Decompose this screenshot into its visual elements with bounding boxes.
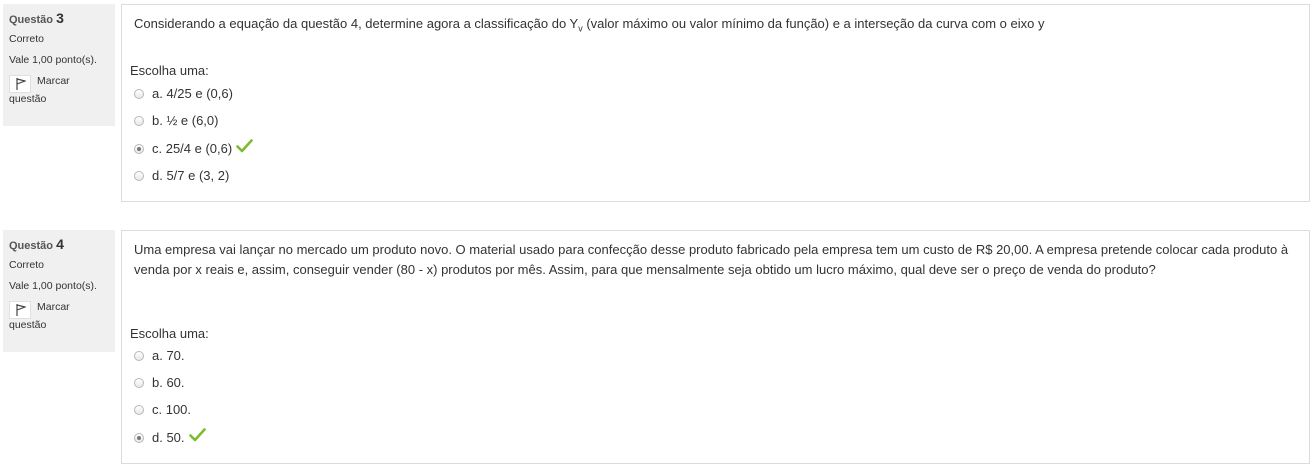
flag-question-button[interactable]: Marcar questão — [9, 75, 109, 106]
answer-option-c[interactable]: c. 100. — [134, 400, 191, 420]
radio-button[interactable] — [134, 404, 144, 415]
answer-label: b. ½ e (6,0) — [152, 113, 219, 128]
question-text-part1: Considerando a equação da questão 4, det… — [134, 16, 579, 31]
question-grade: Vale 1,00 ponto(s). — [9, 280, 97, 292]
answer-option-b[interactable]: b. 60. — [134, 373, 185, 393]
correct-check-icon — [188, 427, 206, 448]
correct-check-icon — [236, 138, 254, 159]
radio-button[interactable] — [134, 170, 144, 181]
question-content: Considerando a equação da questão 4, det… — [121, 4, 1310, 202]
answer-option-a[interactable]: a. 4/25 e (0,6) — [134, 84, 233, 104]
answer-option-d[interactable]: d. 5/7 e (3, 2) — [134, 166, 229, 186]
radio-button-selected[interactable] — [134, 143, 144, 154]
answer-label: d. 50. — [152, 430, 185, 445]
question-number: Questão 4 — [9, 236, 109, 252]
question-info: Questão 4 Correto Vale 1,00 ponto(s). Ma… — [3, 230, 115, 352]
answer-prompt: Escolha uma: — [130, 326, 209, 341]
radio-button[interactable] — [134, 350, 144, 361]
flag-label-2: questão — [9, 93, 47, 105]
answer-option-a[interactable]: a. 70. — [134, 346, 185, 366]
flag-label: Marcar — [37, 301, 70, 313]
question-number-value: 3 — [56, 10, 64, 26]
answer-label: c. 25/4 e (0,6) — [152, 141, 233, 156]
flag-icon — [9, 75, 31, 93]
flag-label-2: questão — [9, 319, 47, 331]
question-state: Correto — [9, 33, 45, 45]
question-number: Questão 3 — [9, 10, 109, 26]
question-label: Questão — [9, 14, 54, 26]
radio-button[interactable] — [134, 115, 144, 126]
flag-label: Marcar — [37, 75, 70, 87]
question-state: Correto — [9, 259, 45, 271]
answer-label: b. 60. — [152, 375, 185, 390]
question-grade: Vale 1,00 ponto(s). — [9, 54, 97, 66]
radio-button[interactable] — [134, 88, 144, 99]
question-info: Questão 3 Correto Vale 1,00 ponto(s). Ma… — [3, 4, 115, 126]
answer-label: c. 100. — [152, 402, 192, 417]
answer-prompt: Escolha uma: — [130, 63, 209, 78]
question-content: Uma empresa vai lançar no mercado um pro… — [121, 230, 1310, 464]
answer-option-d[interactable]: d. 50. — [134, 427, 206, 448]
answer-label: a. 4/25 e (0,6) — [152, 86, 233, 101]
question-label: Questão — [9, 240, 54, 252]
question-text-part2: (valor máximo ou valor mínimo da função)… — [582, 16, 1045, 31]
question-text: Uma empresa vai lançar no mercado um pro… — [134, 242, 1289, 277]
radio-button[interactable] — [134, 377, 144, 388]
answer-label: d. 5/7 e (3, 2) — [152, 168, 230, 183]
question-number-value: 4 — [56, 236, 64, 252]
question-text: Considerando a equação da questão 4, det… — [122, 14, 1056, 39]
flag-question-button[interactable]: Marcar questão — [9, 301, 109, 332]
answer-option-b[interactable]: b. ½ e (6,0) — [134, 111, 218, 131]
answer-option-c[interactable]: c. 25/4 e (0,6) — [134, 138, 254, 159]
radio-button-selected[interactable] — [134, 432, 144, 443]
answer-label: a. 70. — [152, 348, 185, 363]
flag-icon — [9, 301, 31, 319]
